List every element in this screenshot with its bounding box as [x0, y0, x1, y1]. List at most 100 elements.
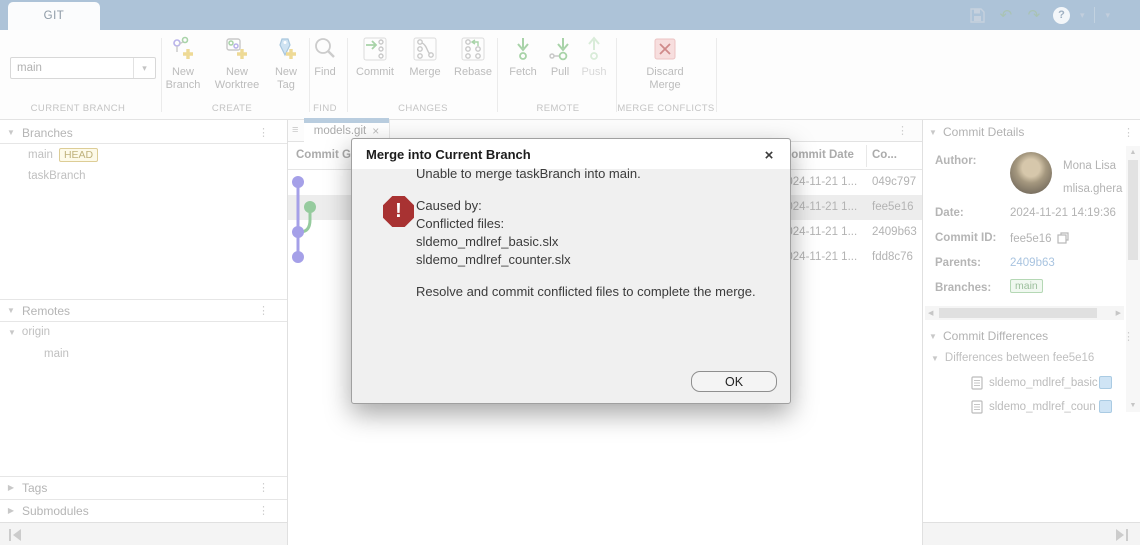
fetch-button[interactable]: Fetch	[503, 36, 543, 79]
origin-main-label: main	[44, 348, 69, 360]
commit-date-cell: 2024-11-21 1...	[780, 201, 864, 213]
current-branch-combobox[interactable]: ▾	[10, 57, 156, 79]
error-icon: !	[383, 196, 414, 227]
discard-merge-button[interactable]: Discard Merge	[638, 36, 692, 92]
remotes-section-header[interactable]: ▼ Remotes ⋮	[0, 300, 287, 321]
branch-item-taskbranch[interactable]: taskBranch	[28, 170, 86, 182]
redo-icon[interactable]: ↷	[1025, 6, 1043, 24]
new-worktree-label-1: New	[226, 66, 248, 79]
new-worktree-label-2: Worktree	[215, 79, 259, 92]
pull-button[interactable]: Pull	[542, 36, 578, 79]
remotes-collapse-icon[interactable]: ▼	[0, 306, 22, 315]
branch-item-main[interactable]: main HEAD	[28, 148, 98, 162]
help-icon[interactable]: ?	[1053, 7, 1070, 24]
tags-section-header[interactable]: ▶ Tags ⋮	[0, 477, 287, 498]
differences-group-row[interactable]: ▼ Differences between fee5e16	[931, 352, 1131, 364]
column-divider[interactable]	[866, 145, 867, 167]
branches-collapse-icon[interactable]: ▼	[0, 128, 22, 137]
ribbon-tab-git[interactable]: GIT	[8, 2, 100, 30]
column-commit-id[interactable]: Co...	[872, 149, 897, 161]
tab-close-icon[interactable]: ×	[372, 124, 379, 138]
branches-label: Branches:	[935, 282, 991, 294]
commit-details-collapse-icon[interactable]: ▼	[923, 128, 943, 137]
fetch-icon	[510, 36, 536, 62]
scroll-up-icon[interactable]: ▲	[1126, 149, 1140, 156]
branches-section-header[interactable]: ▼ Branches ⋮	[0, 122, 287, 143]
commit-details-menu-icon[interactable]: ⋮	[1123, 126, 1134, 139]
commit-id-value: fee5e16	[1010, 232, 1069, 245]
new-worktree-button[interactable]: New Worktree	[207, 36, 267, 92]
commit-button[interactable]: Commit	[350, 36, 400, 79]
new-tag-label-1: New	[275, 66, 297, 79]
save-icon[interactable]	[969, 6, 987, 24]
diff-file-label: sldemo_mdlref_basic	[989, 377, 1098, 389]
file-icon	[971, 400, 983, 414]
submodules-menu-icon[interactable]: ⋮	[258, 504, 269, 517]
help-dropdown-icon[interactable]: ▾	[1080, 10, 1085, 21]
scrollbar-thumb[interactable]	[1128, 160, 1138, 260]
remote-item-origin[interactable]: ▼ origin	[8, 326, 50, 338]
push-button: Push	[577, 36, 611, 79]
submodules-title: Submodules	[22, 504, 89, 518]
scroll-left-icon[interactable]: ◀	[928, 309, 933, 317]
scroll-right-icon[interactable]: ▶	[1116, 309, 1121, 317]
tags-menu-icon[interactable]: ⋮	[258, 481, 269, 494]
main-branch-badge: main	[1010, 279, 1043, 293]
find-button[interactable]: Find	[305, 36, 345, 79]
commit-differences-menu-icon[interactable]: ⋮	[1123, 330, 1134, 343]
right-collapse-bar[interactable]	[923, 522, 1140, 545]
ribbon-toolbar: ▾ CURRENT BRANCH New Branch New Worktree…	[0, 30, 1140, 120]
collapse-left-icon[interactable]	[8, 529, 24, 541]
group-label-merge-conflicts: MERGE CONFLICTS	[596, 103, 736, 114]
details-vertical-scrollbar[interactable]: ▲ ▼	[1126, 146, 1140, 412]
new-branch-label-2: Branch	[166, 79, 201, 92]
diff-file-checkbox[interactable]	[1099, 376, 1112, 389]
commit-differences-header[interactable]: ▼ Commit Differences ⋮	[923, 324, 1140, 348]
undo-icon[interactable]: ↶	[997, 6, 1015, 24]
discard-merge-label-2: Merge	[649, 79, 680, 92]
active-tab-accent	[304, 118, 389, 123]
merge-error-dialog: Merge into Current Branch × ! Unable to …	[351, 138, 791, 404]
commit-id-cell: fee5e16	[872, 201, 918, 213]
section-divider	[0, 143, 287, 144]
current-branch-dropdown-icon[interactable]: ▾	[133, 58, 155, 78]
rebase-button[interactable]: Rebase	[449, 36, 497, 79]
origin-collapse-icon[interactable]: ▼	[8, 328, 16, 337]
tab-list-icon[interactable]: ≡	[292, 124, 298, 136]
right-panel: ▼ Commit Details ⋮ Author: Mona Lisa mli…	[923, 120, 1140, 545]
merge-button[interactable]: Merge	[402, 36, 448, 79]
parent-commit-link[interactable]: 2409b63	[1010, 257, 1055, 269]
new-branch-button[interactable]: New Branch	[158, 36, 208, 92]
differences-group-collapse-icon[interactable]: ▼	[931, 354, 939, 363]
editor-menu-icon[interactable]: ⋮	[897, 124, 908, 137]
tags-collapse-icon[interactable]: ▶	[0, 483, 22, 492]
submodules-section-header[interactable]: ▶ Submodules ⋮	[0, 500, 287, 521]
branch-main-label: main	[28, 149, 53, 161]
group-label-current-branch: CURRENT BRANCH	[8, 103, 148, 114]
minimize-ribbon-icon[interactable]: ▾	[1105, 10, 1110, 21]
origin-label: origin	[22, 326, 50, 338]
commit-details-header[interactable]: ▼ Commit Details ⋮	[923, 120, 1140, 144]
scrollbar-thumb[interactable]	[939, 308, 1097, 318]
diff-file-checkbox[interactable]	[1099, 400, 1112, 413]
remotes-menu-icon[interactable]: ⋮	[258, 304, 269, 317]
remote-item-origin-main[interactable]: main	[44, 348, 69, 360]
submodules-collapse-icon[interactable]: ▶	[0, 506, 22, 515]
commit-differences-title: Commit Differences	[943, 329, 1048, 343]
collapse-right-icon[interactable]	[1113, 529, 1129, 541]
left-collapse-bar[interactable]	[0, 522, 287, 545]
date-value: 2024-11-21 14:19:36	[1010, 207, 1116, 219]
dialog-close-icon[interactable]: ×	[760, 146, 778, 164]
commit-differences-collapse-icon[interactable]: ▼	[923, 332, 943, 341]
branches-menu-icon[interactable]: ⋮	[258, 126, 269, 139]
column-commit-date[interactable]: Commit Date	[783, 149, 854, 161]
current-branch-input[interactable]	[11, 58, 129, 78]
date-label: Date:	[935, 207, 964, 219]
new-tag-button[interactable]: New Tag	[266, 36, 306, 92]
ok-button[interactable]: OK	[691, 371, 777, 392]
commit-id-cell: 2409b63	[872, 226, 918, 238]
branches-title: Branches	[22, 126, 73, 140]
details-horizontal-scrollbar[interactable]: ◀ ▶	[925, 306, 1124, 320]
push-label: Push	[581, 66, 606, 79]
copy-icon[interactable]	[1057, 232, 1069, 244]
